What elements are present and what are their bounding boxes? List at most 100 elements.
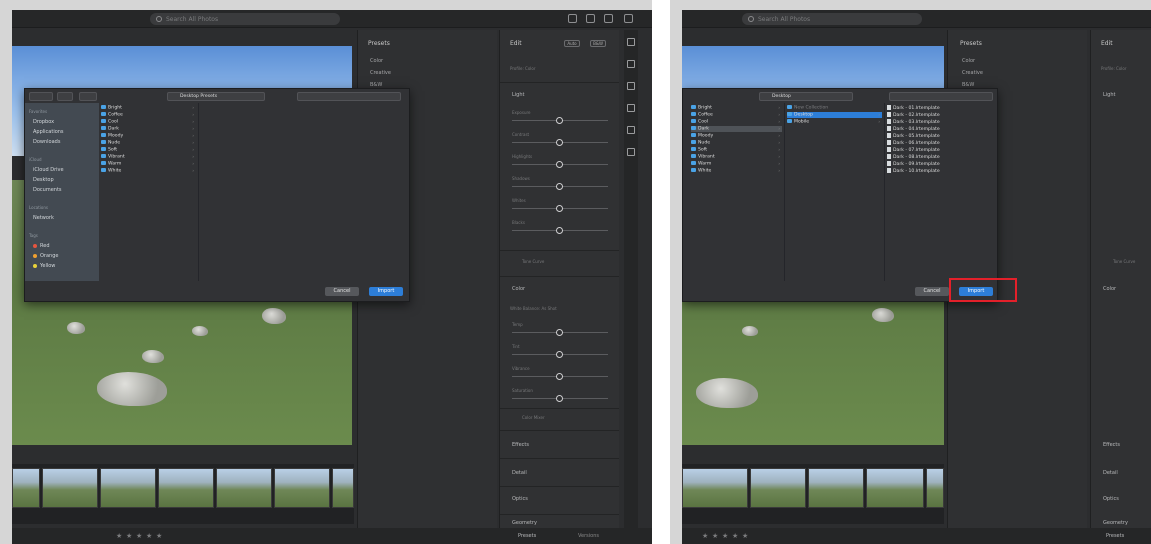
location-dropdown[interactable]: Desktop Presets: [167, 92, 265, 101]
filmstrip-thumb[interactable]: [750, 468, 806, 508]
filmstrip-thumb[interactable]: [682, 468, 748, 508]
file-list-item[interactable]: Dark - 04.lrtemplate: [887, 126, 993, 132]
sidebar-item-dropbox[interactable]: Dropbox: [33, 119, 54, 125]
slider-handle[interactable]: [556, 373, 563, 380]
folder-list-item[interactable]: Coffee ›: [101, 112, 196, 118]
bell-icon[interactable]: [568, 14, 577, 23]
filmstrip-thumb[interactable]: [866, 468, 924, 508]
geometry-section[interactable]: Geometry: [512, 520, 537, 526]
star-icon[interactable]: ★: [712, 533, 718, 540]
filmstrip-thumb[interactable]: [42, 468, 98, 508]
back-forward-buttons[interactable]: [29, 92, 53, 101]
detail-section[interactable]: Detail: [1103, 470, 1118, 476]
sidebar-item-applications[interactable]: Applications: [33, 129, 64, 135]
filmstrip-thumb[interactable]: [332, 468, 354, 508]
filmstrip-thumb[interactable]: [274, 468, 330, 508]
sidebar-item-icloud-drive[interactable]: iCloud Drive: [33, 167, 64, 173]
light-section[interactable]: Light: [1103, 92, 1115, 98]
folder-list-item[interactable]: Cool ›: [101, 119, 196, 125]
import-button[interactable]: Import: [369, 287, 403, 296]
folder-list-item[interactable]: Soft ›: [101, 147, 196, 153]
preset-group-color[interactable]: Color: [962, 58, 975, 64]
folder-list-item[interactable]: Vibrant ›: [101, 154, 196, 160]
sidebar-item-documents[interactable]: Documents: [33, 187, 62, 193]
view-toggle[interactable]: [57, 92, 73, 101]
search-field[interactable]: Search All Photos: [150, 13, 340, 25]
filmstrip-thumb[interactable]: [100, 468, 156, 508]
file-list-item[interactable]: Dark - 01.lrtemplate: [887, 105, 993, 111]
tone-curve-button[interactable]: Tone Curve: [522, 259, 544, 264]
sidebar-item-tag[interactable]: Red: [33, 243, 50, 249]
presets-tab[interactable]: Presets: [1106, 533, 1124, 539]
file-list-item[interactable]: Dark - 03.lrtemplate: [887, 119, 993, 125]
folder-list-item[interactable]: Bright ›: [101, 105, 196, 111]
folder-list-item[interactable]: Dark ›: [691, 126, 782, 132]
star-icon[interactable]: ★: [126, 533, 132, 540]
edit-icon[interactable]: [627, 38, 635, 46]
star-icon[interactable]: ★: [156, 533, 162, 540]
sidebar-item-network[interactable]: Network: [33, 215, 54, 221]
color-mixer-button[interactable]: Color Mixer: [522, 415, 545, 420]
folder-icon[interactable]: [79, 92, 97, 101]
tone-curve-button[interactable]: Tone Curve: [1113, 259, 1135, 264]
filmstrip-thumb[interactable]: [808, 468, 864, 508]
preset-group-creative[interactable]: Creative: [962, 70, 983, 76]
sidebar-item-tag[interactable]: Orange: [33, 253, 58, 259]
folder-list-item[interactable]: Warm ›: [691, 161, 782, 167]
slider-handle[interactable]: [556, 183, 563, 190]
folder-list-item[interactable]: Coffee ›: [691, 112, 782, 118]
healing-icon[interactable]: [627, 82, 635, 90]
folder-list-item[interactable]: White ›: [101, 168, 196, 174]
slider-handle[interactable]: [556, 205, 563, 212]
file-list-item[interactable]: Dark - 06.lrtemplate: [887, 140, 993, 146]
file-list-item[interactable]: Dark - 10.lrtemplate: [887, 168, 993, 174]
slider-handle[interactable]: [556, 117, 563, 124]
location-dropdown[interactable]: Desktop: [759, 92, 853, 101]
file-list-item[interactable]: Dark - 02.lrtemplate: [887, 112, 993, 118]
slider-handle[interactable]: [556, 227, 563, 234]
cancel-button[interactable]: Cancel: [915, 287, 949, 296]
color-section[interactable]: Color: [512, 286, 525, 292]
dialog-search-field[interactable]: [889, 92, 993, 101]
auto-button[interactable]: Auto: [564, 40, 580, 47]
sidebar-item-tag[interactable]: Yellow: [33, 263, 55, 269]
file-list-item[interactable]: Dark - 05.lrtemplate: [887, 133, 993, 139]
folder-list-item[interactable]: Bright ›: [691, 105, 782, 111]
folder-list-item[interactable]: White ›: [691, 168, 782, 174]
subfolder-list-item[interactable]: Desktop ›: [787, 112, 882, 118]
filmstrip-thumb[interactable]: [12, 468, 40, 508]
folder-list-item[interactable]: Vibrant ›: [691, 154, 782, 160]
profile-selector[interactable]: Profile: Color: [510, 66, 536, 71]
file-list-item[interactable]: Dark - 07.lrtemplate: [887, 147, 993, 153]
bw-button[interactable]: B&W: [590, 40, 606, 47]
slider-handle[interactable]: [556, 161, 563, 168]
star-icon[interactable]: ★: [146, 533, 152, 540]
star-icon[interactable]: ★: [116, 533, 122, 540]
filmstrip-thumb[interactable]: [158, 468, 214, 508]
effects-section[interactable]: Effects: [512, 442, 529, 448]
filmstrip-thumb[interactable]: [216, 468, 272, 508]
cancel-button[interactable]: Cancel: [325, 287, 359, 296]
star-icon[interactable]: ★: [702, 533, 708, 540]
folder-list-item[interactable]: Nude ›: [691, 140, 782, 146]
subfolder-list-item[interactable]: New Collection: [787, 105, 882, 111]
folder-list-item[interactable]: Moody ›: [691, 133, 782, 139]
folder-list-item[interactable]: Soft ›: [691, 147, 782, 153]
preset-group-creative[interactable]: Creative: [370, 70, 391, 76]
brush-icon[interactable]: [627, 104, 635, 112]
folder-list-item[interactable]: Nude ›: [101, 140, 196, 146]
crop-icon[interactable]: [627, 60, 635, 68]
folder-list-item[interactable]: Moody ›: [101, 133, 196, 139]
share-icon[interactable]: [586, 14, 595, 23]
file-list-item[interactable]: Dark - 08.lrtemplate: [887, 154, 993, 160]
color-section[interactable]: Color: [1103, 286, 1116, 292]
star-icon[interactable]: ★: [722, 533, 728, 540]
sync-icon[interactable]: [624, 14, 633, 23]
geometry-section[interactable]: Geometry: [1103, 520, 1128, 526]
presets-tab[interactable]: Presets: [518, 533, 536, 539]
folder-list-item[interactable]: Warm ›: [101, 161, 196, 167]
preset-group-color[interactable]: Color: [370, 58, 383, 64]
dialog-search-field[interactable]: [297, 92, 401, 101]
profile-selector[interactable]: Profile: Color: [1101, 66, 1127, 71]
folder-list-item[interactable]: Cool ›: [691, 119, 782, 125]
